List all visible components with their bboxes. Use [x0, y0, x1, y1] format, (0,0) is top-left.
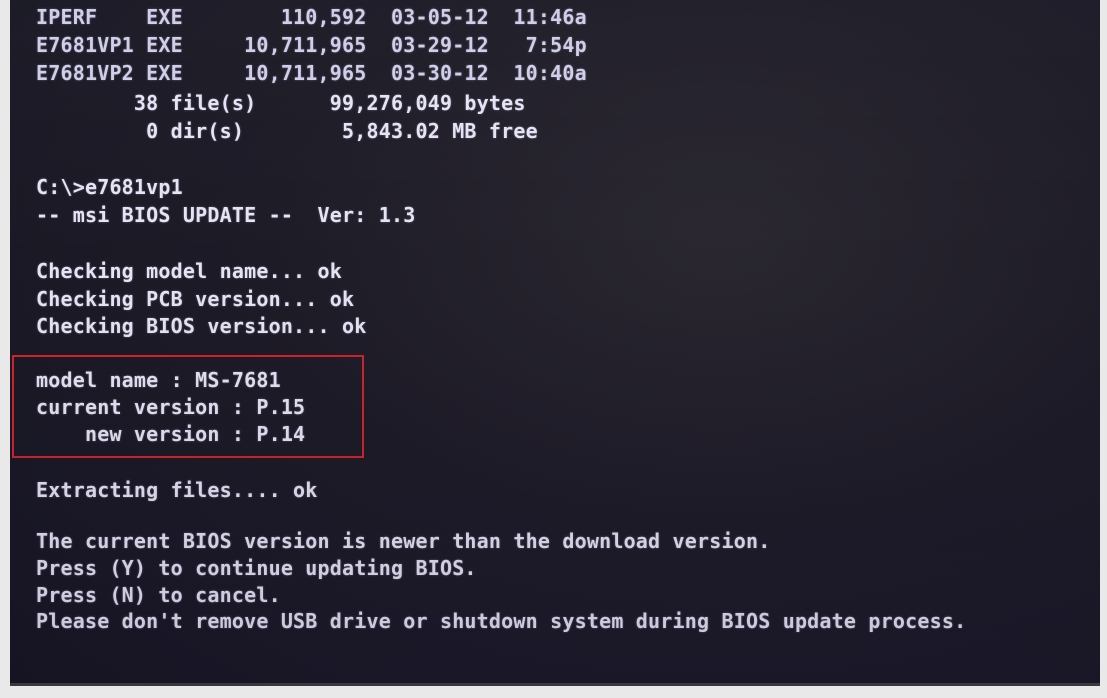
file-count-summary: 38 file(s) 99,276,049 bytes — [36, 91, 526, 115]
command-prompt-line: C:\>e7681vp1 — [36, 175, 183, 199]
check-pcb-version: Checking PCB version... ok — [36, 287, 355, 311]
model-name-line: model name : MS-7681 — [36, 368, 281, 392]
photo-frame: IPERF EXE 110,592 03-05-12 11:46a E7681V… — [0, 0, 1107, 698]
bios-update-banner: -- msi BIOS UPDATE -- Ver: 1.3 — [36, 203, 416, 227]
cancel-prompt: Press (N) to cancel. — [36, 583, 281, 607]
usb-warning-message: Please don't remove USB drive or shutdow… — [36, 609, 967, 633]
file-listing-line: IPERF EXE 110,592 03-05-12 11:46a — [36, 5, 587, 29]
check-bios-version: Checking BIOS version... ok — [36, 314, 367, 338]
new-version-line: new version : P.14 — [36, 422, 306, 446]
extracting-files-line: Extracting files.... ok — [36, 478, 318, 502]
file-listing-line: E7681VP2 EXE 10,711,965 03-30-12 10:40a — [36, 61, 587, 85]
version-warning-message: The current BIOS version is newer than t… — [36, 529, 771, 553]
file-listing-line: E7681VP1 EXE 10,711,965 03-29-12 7:54p — [36, 33, 587, 57]
check-model-name: Checking model name... ok — [36, 259, 343, 283]
dir-count-summary: 0 dir(s) 5,843.02 MB free — [36, 119, 538, 143]
current-version-line: current version : P.15 — [36, 395, 306, 419]
continue-prompt: Press (Y) to continue updating BIOS. — [36, 556, 477, 580]
dos-console-screen: IPERF EXE 110,592 03-05-12 11:46a E7681V… — [10, 0, 1100, 686]
